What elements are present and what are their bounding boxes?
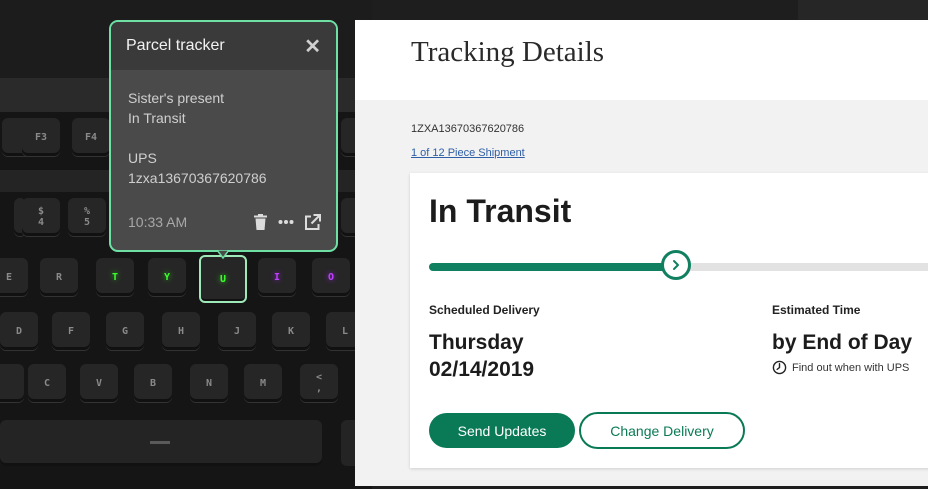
keyboard-key-t: T xyxy=(96,258,134,296)
keyboard-key-g: G xyxy=(106,312,144,350)
popup-body: Sister's present In Transit UPS 1zxa1367… xyxy=(111,70,336,188)
popup-pointer xyxy=(217,250,229,260)
keyboard-key xyxy=(0,364,24,402)
keyboard-key-5: % 5 xyxy=(68,198,106,236)
piece-shipment-link[interactable]: 1 of 12 Piece Shipment xyxy=(411,147,525,159)
chevron-right-icon xyxy=(673,260,679,270)
keyboard-key-y: Y xyxy=(148,258,186,296)
keyboard-key-b: B xyxy=(134,364,172,402)
popup-title: Parcel tracker xyxy=(126,37,225,54)
trash-icon[interactable] xyxy=(251,213,269,231)
tracking-page: Tracking Details 1ZXA13670367620786 1 of… xyxy=(355,20,928,486)
keyboard-key-m: M xyxy=(244,364,282,402)
progress-marker xyxy=(661,250,691,280)
scheduled-date: 02/14/2019 xyxy=(429,358,535,381)
keyboard-key-f3: F3 xyxy=(22,118,60,156)
scheduled-delivery-label: Scheduled Delivery xyxy=(429,303,540,317)
popup-header: Parcel tracker ✕ xyxy=(111,22,336,70)
page-title: Tracking Details xyxy=(411,36,605,68)
change-delivery-button[interactable]: Change Delivery xyxy=(579,412,745,449)
estimated-time-value: by End of Day xyxy=(772,331,913,354)
popup-timestamp: 10:33 AM xyxy=(128,214,188,230)
scheduled-day: Thursday xyxy=(429,331,524,354)
page-header: Tracking Details xyxy=(355,20,928,100)
status-card: In Transit Scheduled Delivery Thursday 0… xyxy=(410,173,928,468)
keyboard-key-o: O xyxy=(312,258,350,296)
keyboard-key-e: E xyxy=(0,258,28,296)
keyboard-key-c: C xyxy=(28,364,66,402)
item-name: Sister's present xyxy=(128,90,225,106)
send-updates-button[interactable]: Send Updates xyxy=(429,413,575,448)
popup-footer: 10:33 AM xyxy=(128,213,321,231)
carrier-name: UPS xyxy=(128,150,157,166)
external-link-icon[interactable] xyxy=(303,213,321,231)
keyboard-key-f4: F4 xyxy=(72,118,110,156)
estimated-time-label: Estimated Time xyxy=(772,303,861,317)
popup-tracking-number: 1zxa13670367620786 xyxy=(128,170,267,186)
more-icon[interactable] xyxy=(277,213,295,231)
tracking-number: 1ZXA13670367620786 xyxy=(411,123,525,135)
keyboard-key-j: J xyxy=(218,312,256,350)
clock-icon xyxy=(772,360,787,375)
keyboard-key-f: F xyxy=(52,312,90,350)
window-edge xyxy=(798,0,928,20)
keyboard-key-k: K xyxy=(272,312,310,350)
find-out-text: Find out when with UPS xyxy=(792,361,910,374)
keyboard-key-4: $ 4 xyxy=(22,198,60,236)
keyboard-spacebar xyxy=(0,420,322,466)
keyboard-key-v: V xyxy=(80,364,118,402)
item-status: In Transit xyxy=(128,110,186,126)
close-icon[interactable]: ✕ xyxy=(304,34,321,59)
find-out-link[interactable]: Find out when with UPS xyxy=(772,360,909,375)
parcel-tracker-popup: Parcel tracker ✕ Sister's present In Tra… xyxy=(109,20,338,252)
keyboard-key-u: U xyxy=(199,255,247,303)
keyboard-key-h: H xyxy=(162,312,200,350)
keyboard-key-n: N xyxy=(190,364,228,402)
shipment-status: In Transit xyxy=(429,193,572,229)
progress-fill xyxy=(429,263,680,271)
keyboard-key-d: D xyxy=(0,312,38,350)
keyboard-key-comma: < , xyxy=(300,364,338,402)
keyboard-key-i: I xyxy=(258,258,296,296)
keyboard-key-r: R xyxy=(40,258,78,296)
